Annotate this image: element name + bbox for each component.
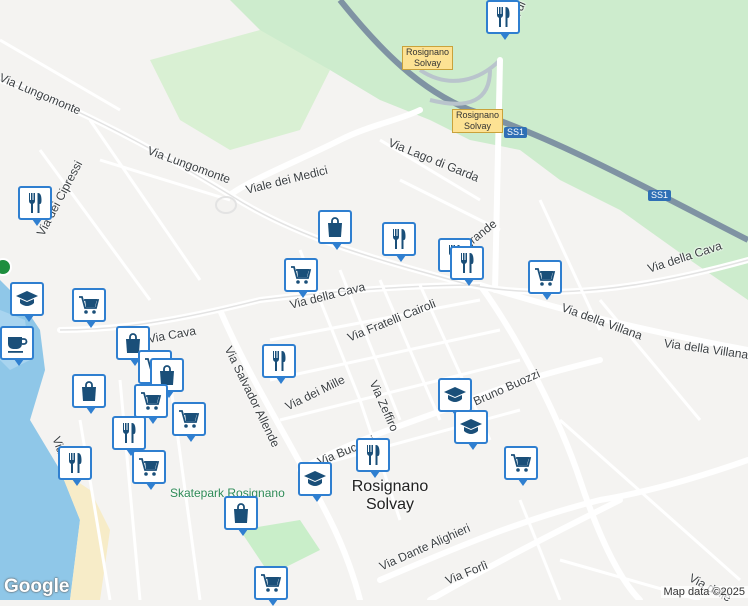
poi-marker-shopping-cart[interactable]	[134, 384, 168, 418]
education-icon	[443, 383, 467, 407]
shopping-cart-icon	[509, 451, 533, 475]
poi-marker-shopping-cart[interactable]	[132, 450, 166, 484]
place-shield: RosignanoSolvay	[402, 46, 453, 70]
poi-marker-shopping-cart[interactable]	[284, 258, 318, 292]
route-badge: SS1	[648, 190, 671, 201]
education-icon	[459, 415, 483, 439]
poi-marker-restaurant[interactable]	[262, 344, 296, 378]
poi-marker-shopping-bag[interactable]	[224, 496, 258, 530]
map-attribution: Map data ©2025	[661, 586, 748, 598]
restaurant-icon	[63, 451, 87, 475]
street	[40, 150, 150, 300]
poi-marker-shopping-cart[interactable]	[172, 402, 206, 436]
poi-marker-shopping-cart[interactable]	[504, 446, 538, 480]
poi-marker-education[interactable]	[438, 378, 472, 412]
restaurant-icon	[117, 421, 141, 445]
shopping-cart-icon	[533, 265, 557, 289]
restaurant-icon	[387, 227, 411, 251]
restaurant-icon	[455, 251, 479, 275]
poi-marker-education[interactable]	[298, 462, 332, 496]
shopping-cart-icon	[177, 407, 201, 431]
poi-marker-education[interactable]	[10, 282, 44, 316]
poi-marker-restaurant[interactable]	[18, 186, 52, 220]
shopping-cart-icon	[139, 389, 163, 413]
poi-marker-cafe[interactable]	[0, 326, 34, 360]
poi-marker-shopping-cart[interactable]	[528, 260, 562, 294]
shopping-bag-icon	[77, 379, 101, 403]
poi-marker-shopping-bag[interactable]	[318, 210, 352, 244]
poi-marker-restaurant[interactable]	[382, 222, 416, 256]
poi-marker-shopping-bag[interactable]	[72, 374, 106, 408]
restaurant-icon	[23, 191, 47, 215]
shopping-cart-icon	[259, 571, 283, 595]
poi-marker-restaurant[interactable]	[356, 438, 390, 472]
shopping-cart-icon	[77, 293, 101, 317]
shopping-cart-icon	[137, 455, 161, 479]
place-shield: RosignanoSolvay	[452, 109, 503, 133]
city-label[interactable]: Rosignano Solvay	[348, 478, 432, 514]
poi-marker-shopping-cart[interactable]	[72, 288, 106, 322]
poi-marker-restaurant[interactable]	[450, 246, 484, 280]
education-icon	[303, 467, 327, 491]
education-icon	[15, 287, 39, 311]
route-badge: SS1	[504, 127, 527, 138]
poi-marker-restaurant[interactable]	[112, 416, 146, 450]
poi-marker-education[interactable]	[454, 410, 488, 444]
cafe-icon	[5, 331, 29, 355]
shopping-bag-icon	[323, 215, 347, 239]
shopping-bag-icon	[229, 501, 253, 525]
map-canvas[interactable]: Via Lungomonte Via Lungomonte Via dei Ci…	[0, 0, 748, 600]
restaurant-icon	[491, 5, 515, 29]
poi-marker-restaurant[interactable]	[486, 0, 520, 34]
poi-marker-restaurant[interactable]	[58, 446, 92, 480]
poi-marker-shopping-cart[interactable]	[254, 566, 288, 600]
google-logo: Google	[4, 576, 69, 598]
restaurant-icon	[267, 349, 291, 373]
shopping-cart-icon	[289, 263, 313, 287]
restaurant-icon	[361, 443, 385, 467]
